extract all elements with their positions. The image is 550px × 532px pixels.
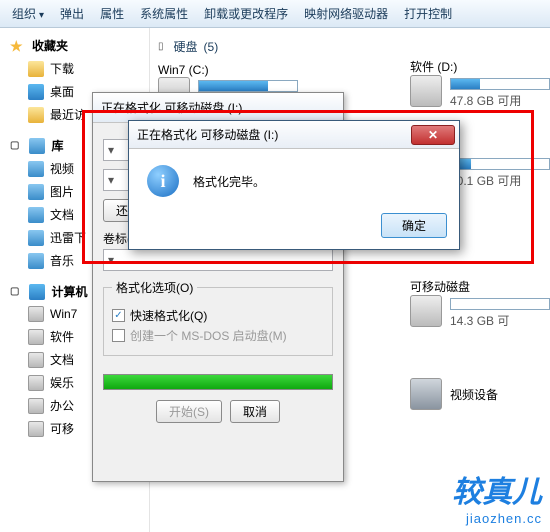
close-icon: ✕ [428,128,438,142]
video-icon [28,161,44,177]
camera-icon [410,378,442,410]
format-title: 正在格式化 可移动磁盘 (I:) [93,93,343,123]
start-button: 开始(S) [156,400,222,423]
checkbox-icon: ✓ [112,309,125,322]
fav-head[interactable]: ★收藏夹 [0,34,149,57]
disk-icon [28,421,44,437]
format-options-group: 格式化选项(O) ✓快速格式化(Q) 创建一个 MS-DOS 启动盘(M) [103,279,333,356]
collapse-icon: ▯ [158,41,164,52]
disk-icon [28,375,44,391]
thunder-icon [28,230,44,246]
drive-d[interactable]: 软件 (D:) 47.8 GB 可用 [410,58,550,109]
format-options-legend: 格式化选项(O) [112,279,197,296]
msgbox-text: 格式化完毕。 [193,173,265,190]
desktop-icon [28,84,44,100]
folder-icon [28,61,44,77]
tb-sysprops[interactable]: 系统属性 [134,2,194,25]
tb-mapdrive[interactable]: 映射网络驱动器 [298,2,394,25]
sidebar-item-download[interactable]: 下载 [0,57,149,80]
progress-bar [103,374,333,390]
tb-uninstall[interactable]: 卸载或更改程序 [198,2,294,25]
checkbox-icon [112,329,125,342]
message-box: 正在格式化 可移动磁盘 (I:) ✕ i 格式化完毕。 确定 [128,120,460,250]
tb-eject[interactable]: 弹出 [54,2,90,25]
expand-icon: ▢ [10,286,19,297]
library-icon [29,138,45,154]
toolbar: 组织 弹出 属性 系统属性 卸载或更改程序 映射网络驱动器 打开控制 [0,0,550,28]
msdos-checkbox: 创建一个 MS-DOS 启动盘(M) [112,327,324,344]
recent-icon [28,107,44,123]
cancel-button[interactable]: 取消 [230,400,280,423]
quick-format-checkbox[interactable]: ✓快速格式化(Q) [112,307,324,324]
tb-props[interactable]: 属性 [94,2,130,25]
pictures-icon [28,184,44,200]
close-button[interactable]: ✕ [411,125,455,145]
disk-icon [28,306,44,322]
drive-icon [410,295,442,327]
volume-label-input[interactable] [103,249,333,271]
expand-icon: ▢ [10,140,19,151]
star-icon: ★ [10,38,26,54]
drive-videodev[interactable]: 视频设备 [410,378,550,410]
ok-button[interactable]: 确定 [381,213,447,238]
watermark: 较真儿 jiaozhen.cc [452,467,542,526]
info-icon: i [147,165,179,197]
disk-icon [28,352,44,368]
music-icon [28,253,44,269]
disk-icon [28,329,44,345]
docs-icon [28,207,44,223]
drive-icon [410,75,442,107]
disk-icon [28,398,44,414]
tb-opencp[interactable]: 打开控制 [398,2,458,25]
section-hdd[interactable]: ▯ 硬盘 (5) [158,34,542,59]
drive-removable[interactable]: 可移动磁盘 14.3 GB 可 [410,278,550,329]
msgbox-title: 正在格式化 可移动磁盘 (I:) [137,126,278,143]
tb-organize[interactable]: 组织 [6,2,50,25]
computer-icon [29,284,45,300]
